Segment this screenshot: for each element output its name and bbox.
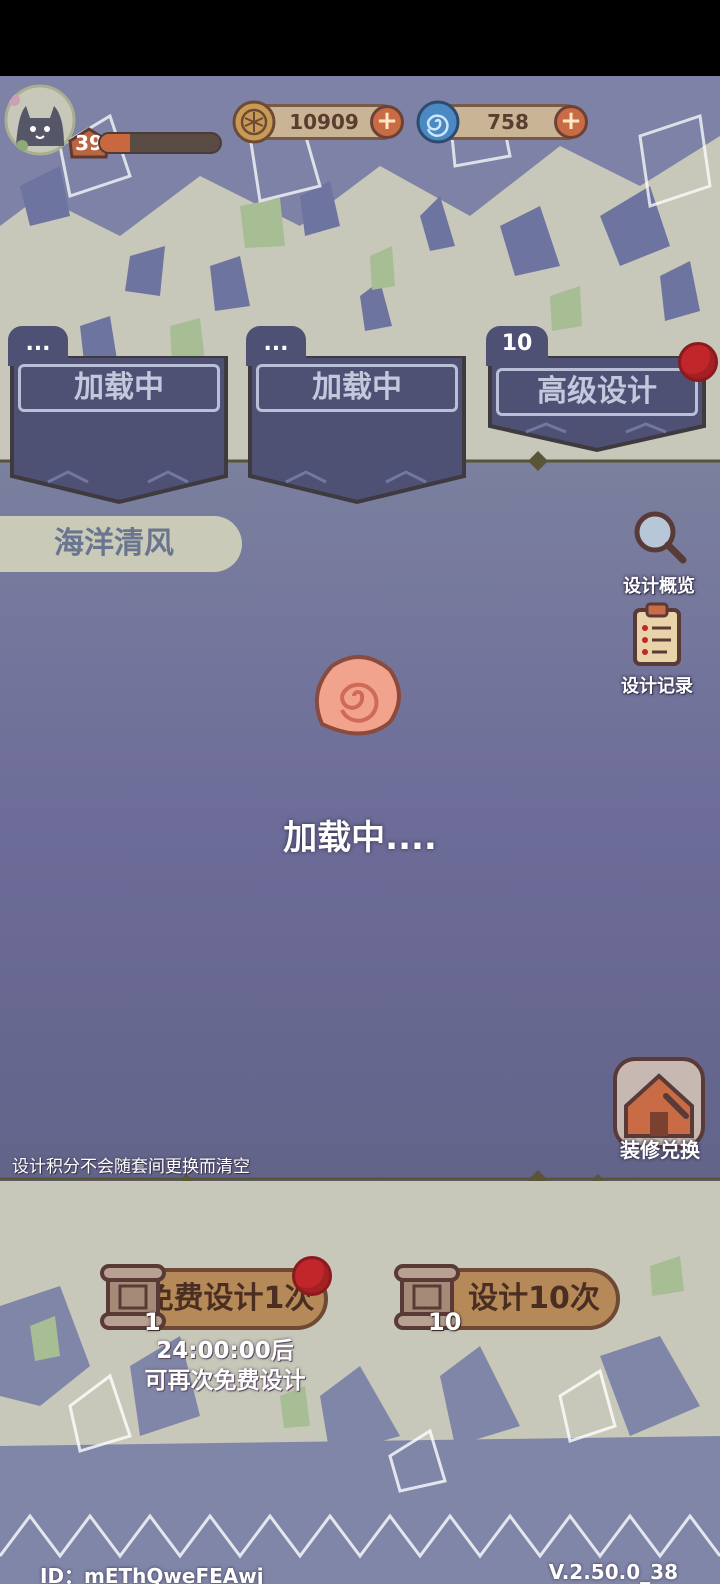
- gem-amount: 758: [487, 110, 529, 134]
- gem-counter: 758 +: [416, 100, 592, 144]
- swirl-gem-icon: [416, 100, 460, 144]
- tab-label: 加载中: [18, 364, 220, 412]
- player-id: ID：mEThQweFEAwj: [40, 1564, 264, 1584]
- design-records-label: 设计记录: [621, 676, 693, 697]
- points-note: 设计积分不会随套间更换而清空: [12, 1157, 250, 1177]
- tab-label: 加载中: [256, 364, 458, 412]
- tab-design-1[interactable]: ... 加载中: [8, 326, 230, 506]
- loading-shell-icon: [314, 654, 401, 736]
- design-ten-times-label: 设计10次: [468, 1281, 600, 1316]
- clipboard-icon: [633, 602, 681, 666]
- design-records-button[interactable]: 设计记录: [612, 602, 702, 698]
- status-bar: [0, 0, 720, 76]
- design-overview-label: 设计概览: [623, 576, 695, 597]
- decorate-exchange-label: 装修兑换: [620, 1138, 700, 1162]
- free-draw-timer: 24:00:00后 可再次免费设计: [110, 1336, 340, 1396]
- notification-badge: [678, 342, 718, 382]
- theme-title: 海洋清风: [0, 516, 242, 572]
- player-avatar[interactable]: [4, 84, 76, 156]
- free-draw-badge: [292, 1256, 332, 1296]
- game-screen: 39 10909 + 758 + ... 加载中 ... 加载中 10 高级设计…: [0, 76, 720, 1584]
- tab-tag: ...: [8, 326, 68, 366]
- tab-label: 高级设计: [496, 368, 698, 416]
- add-coins-button[interactable]: +: [370, 105, 404, 139]
- loading-text: 加载中....: [283, 818, 437, 858]
- single-ticket-count: 1: [144, 1308, 161, 1336]
- tab-tag: ...: [246, 326, 306, 366]
- magnifier-icon: [634, 511, 687, 564]
- tab-advanced-design[interactable]: 10天 高级设计: [486, 326, 708, 453]
- ten-ticket-count: 10: [428, 1308, 462, 1336]
- tab-design-2[interactable]: ... 加载中: [246, 326, 468, 506]
- coin-amount: 10909: [289, 110, 359, 134]
- design-overview-button[interactable]: 设计概览: [614, 508, 704, 598]
- app-version: V.2.50.0_38: [548, 1560, 678, 1584]
- xp-progress-fill: [100, 134, 130, 152]
- timer-countdown: 24:00:00后: [156, 1338, 294, 1364]
- add-gems-button[interactable]: +: [554, 105, 588, 139]
- xp-progress-bar: [98, 132, 222, 154]
- coin-counter: 10909 +: [232, 100, 408, 144]
- tab-duration-tag: 10天: [486, 326, 548, 392]
- timer-caption: 可再次免费设计: [144, 1368, 306, 1394]
- coin-icon: [232, 100, 276, 144]
- free-design-once-label: 免费设计1次: [143, 1281, 315, 1316]
